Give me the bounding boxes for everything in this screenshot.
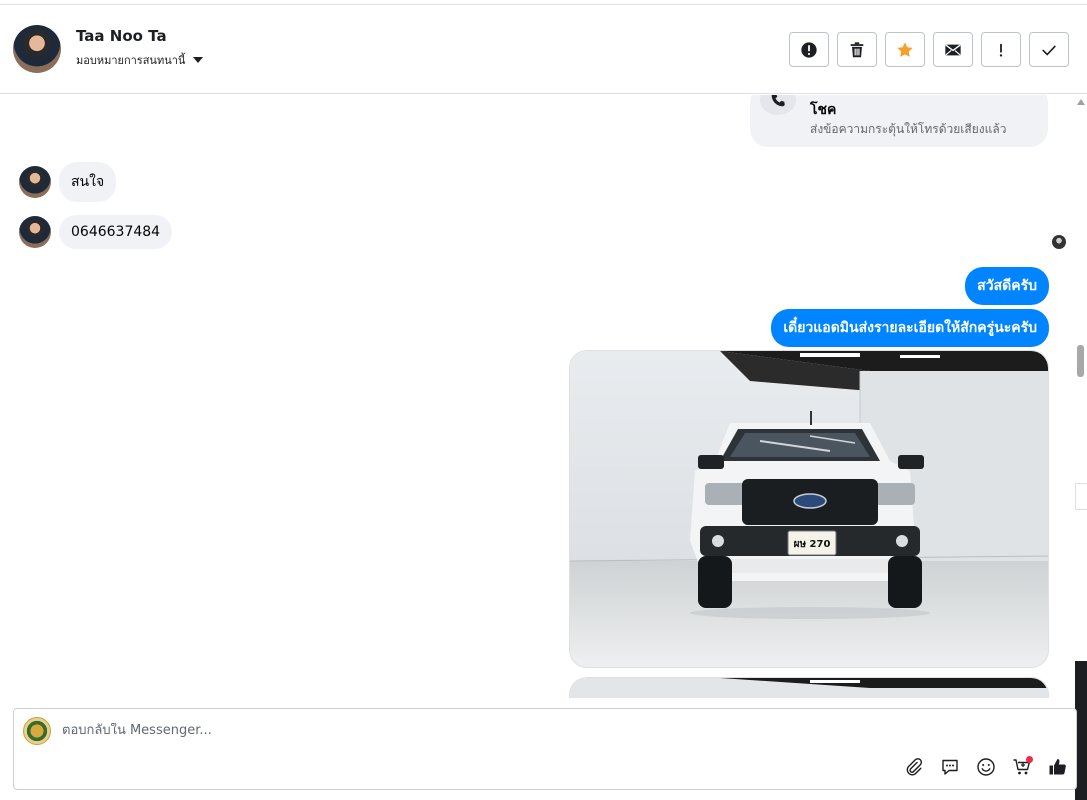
license-plate-text: ผษ 270: [794, 539, 831, 550]
outgoing-photo-attachment[interactable]: ผษ 270: [569, 350, 1049, 668]
envelope-icon: [945, 44, 961, 55]
notification-dot: [1026, 756, 1033, 763]
outgoing-message-bubble[interactable]: เดี๋ยวแอดมินส่งรายละเอียดให้สักครู่นะครั…: [771, 309, 1049, 347]
voice-call-prompt-card: โชค ส่งข้อความกระตุ้นให้โทรด้วยเสียงแล้ว: [750, 95, 1048, 147]
chevron-down-icon: [193, 57, 204, 63]
incoming-message-row: 0646637484: [19, 215, 173, 249]
check-icon: [1042, 45, 1056, 56]
phone-icon: [760, 95, 796, 115]
incoming-message-bubble[interactable]: 0646637484: [59, 215, 173, 249]
delete-button[interactable]: [837, 32, 877, 67]
incoming-message-bubble[interactable]: สนใจ: [59, 162, 117, 202]
mark-done-button[interactable]: [1029, 32, 1069, 67]
incoming-message-row: สนใจ: [19, 162, 117, 202]
sender-avatar: [19, 216, 51, 248]
follow-up-button[interactable]: [981, 32, 1021, 67]
outgoing-photo-attachment[interactable]: [569, 677, 1049, 698]
exclamation-icon: [999, 43, 1003, 57]
mark-unread-button[interactable]: [933, 32, 973, 67]
contact-avatar[interactable]: [13, 25, 61, 73]
attach-file-button[interactable]: [902, 755, 926, 779]
report-spam-button[interactable]: [789, 32, 829, 67]
seen-indicator-avatar: [1052, 235, 1066, 249]
call-card-subtitle: ส่งข้อความกระตุ้นให้โทรด้วยเสียงแล้ว: [810, 122, 1007, 136]
reply-composer: [13, 708, 1077, 790]
header-actions: [789, 32, 1069, 67]
conversation-header: Taa Noo Ta มอบหมายการสนทนานี้: [0, 4, 1087, 94]
call-card-title: โชค: [810, 102, 837, 118]
saved-reply-icon: [942, 759, 958, 775]
scroll-thumb[interactable]: [1077, 345, 1084, 377]
emoji-icon: [977, 758, 995, 776]
trash-icon: [850, 41, 864, 57]
car-photo-image: ผษ 270: [570, 351, 1048, 667]
composer-tools: [902, 755, 1070, 779]
saved-replies-button[interactable]: [938, 755, 962, 779]
star-button[interactable]: [885, 32, 925, 67]
page-logo-avatar: [23, 717, 51, 745]
star-icon: [897, 41, 913, 57]
sender-avatar: [19, 166, 51, 198]
emoji-button[interactable]: [974, 755, 998, 779]
message-thread[interactable]: โชค ส่งข้อความกระตุ้นให้โทรด้วยเสียงแล้ว…: [0, 95, 1075, 698]
outgoing-message-bubble[interactable]: สวัสดีครับ: [965, 267, 1049, 305]
reply-input[interactable]: [62, 723, 962, 738]
scroll-up-arrow-icon[interactable]: [1077, 99, 1085, 105]
thumbs-up-icon: [1049, 759, 1066, 775]
car-photo-image: [570, 678, 1048, 698]
side-panel-tab[interactable]: [1075, 483, 1087, 510]
paperclip-icon: [906, 758, 923, 776]
alert-circle-icon: [801, 41, 817, 58]
assign-label: มอบหมายการสนทนานี้: [76, 54, 186, 67]
send-like-button[interactable]: [1046, 755, 1070, 779]
contact-name[interactable]: Taa Noo Ta: [76, 27, 167, 45]
assign-conversation-dropdown[interactable]: มอบหมายการสนทนานี้: [76, 51, 204, 69]
add-to-cart-button[interactable]: [1010, 755, 1034, 779]
